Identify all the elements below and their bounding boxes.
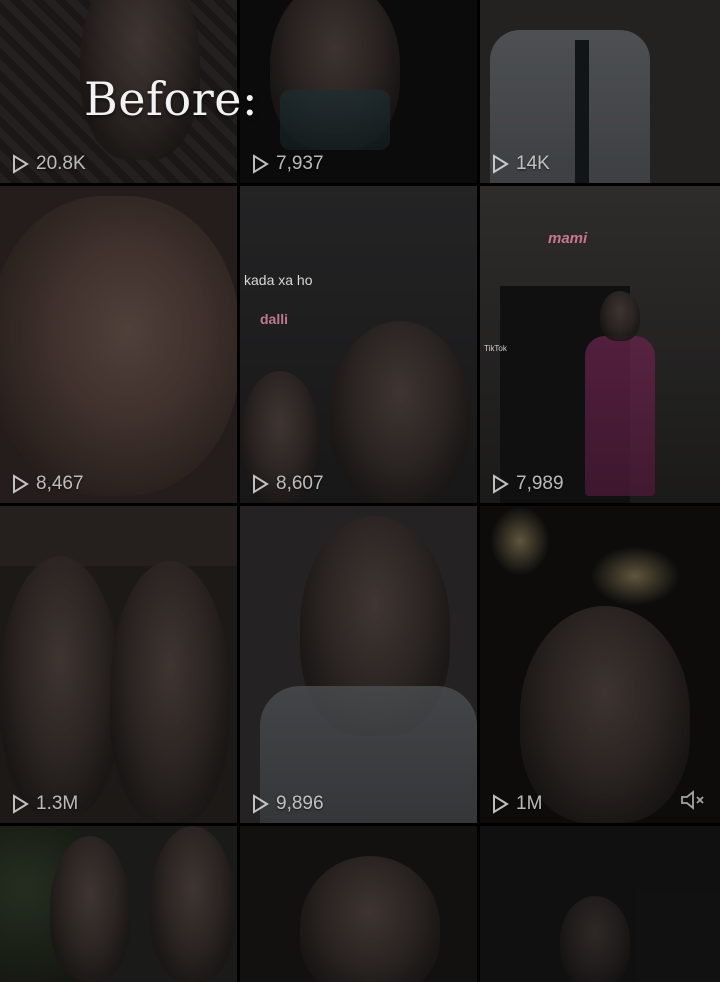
play-icon	[253, 794, 269, 814]
video-tile[interactable]	[240, 826, 477, 982]
view-count-label: 1M	[516, 793, 543, 814]
view-count-label: 8,607	[276, 473, 324, 494]
play-icon	[253, 474, 269, 494]
view-count: 14K	[490, 153, 550, 175]
play-icon	[13, 794, 29, 814]
view-count: 1M	[490, 793, 542, 815]
view-count: 7,937	[250, 153, 324, 175]
caption-text: kada xa ho	[244, 272, 313, 288]
view-count: 1.3M	[10, 793, 78, 815]
play-icon	[493, 154, 509, 174]
caption-sticker: dalli	[260, 311, 289, 327]
video-tile[interactable]: 1.3M	[0, 506, 237, 823]
view-count-label: 9,896	[276, 793, 324, 814]
view-count-label: 7,937	[276, 153, 324, 174]
play-icon	[493, 794, 509, 814]
video-tile[interactable]: 7,937	[240, 0, 477, 183]
video-tile[interactable]: 8,467	[0, 186, 237, 503]
view-count: 20.8K	[10, 153, 86, 175]
video-tile[interactable]: 9,896	[240, 506, 477, 823]
caption-sticker: mami	[548, 230, 588, 247]
video-tile[interactable]	[0, 826, 237, 982]
view-count-label: 20.8K	[36, 153, 86, 174]
view-count: 8,467	[10, 473, 84, 495]
view-count: 9,896	[250, 793, 324, 815]
view-count-label: 7,989	[516, 473, 564, 494]
view-count-label: 14K	[516, 153, 550, 174]
video-tile[interactable]: 14K	[480, 0, 720, 183]
tiktok-watermark: TikTok	[484, 344, 507, 353]
view-count: 8,607	[250, 473, 324, 495]
play-icon	[253, 154, 269, 174]
view-count-label: 8,467	[36, 473, 84, 494]
video-tile[interactable]: 1M	[480, 506, 720, 823]
video-tile[interactable]	[480, 826, 720, 982]
video-grid: 20.8K 7,937 14K 8,467 kada xa ho dalli 8…	[0, 0, 720, 982]
play-icon	[13, 154, 29, 174]
video-tile[interactable]: kada xa ho dalli 8,607	[240, 186, 477, 503]
view-count: 7,989	[490, 473, 564, 495]
video-tile[interactable]: mami TikTok 7,989	[480, 186, 720, 503]
play-icon	[493, 474, 509, 494]
muted-speaker-icon[interactable]	[680, 789, 706, 811]
play-icon	[13, 474, 29, 494]
overlay-title: Before:	[84, 72, 258, 126]
view-count-label: 1.3M	[36, 793, 79, 814]
